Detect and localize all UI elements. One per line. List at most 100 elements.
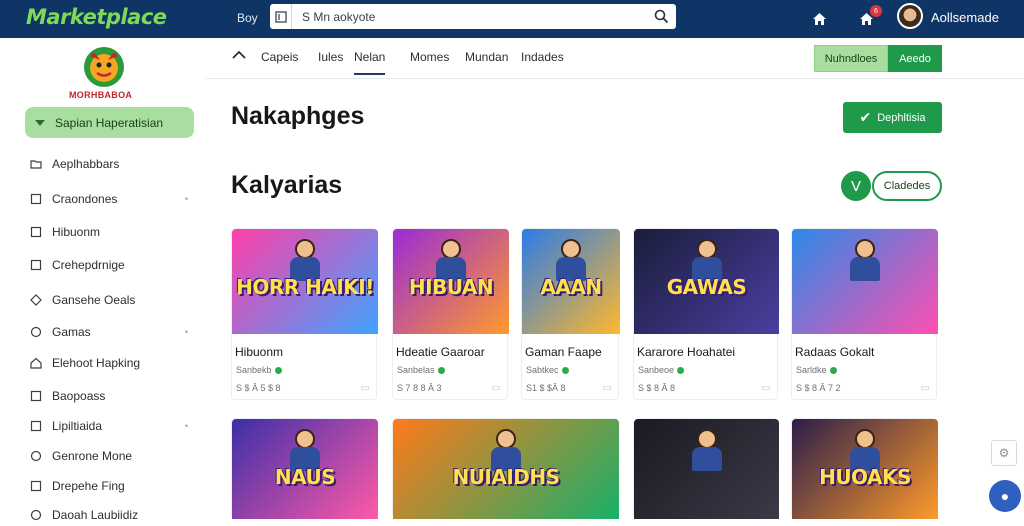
sidebar-item-label: Sapian Haperatisian bbox=[55, 115, 164, 130]
primary-button[interactable]: Aeedo bbox=[888, 45, 942, 72]
box-icon bbox=[30, 420, 42, 432]
category-nav: Capeis Iules Nelan Momes Mundan Indades … bbox=[205, 38, 1024, 79]
product-card[interactable] bbox=[633, 418, 779, 519]
favorite-icon[interactable]: ▭ bbox=[492, 383, 501, 394]
section-title: Kalyarias bbox=[231, 171, 343, 199]
product-thumbnail[interactable]: NAUS bbox=[232, 419, 378, 519]
sidebar-item[interactable]: Hibuonm bbox=[30, 221, 195, 243]
home-icon[interactable] bbox=[232, 50, 246, 64]
sidebar-item[interactable]: Gamas • bbox=[30, 321, 195, 343]
sidebar-item[interactable]: Drepehe Fing bbox=[30, 475, 195, 497]
tab-momes[interactable]: Momes bbox=[410, 50, 449, 64]
brand-logo[interactable]: Marketplace bbox=[26, 5, 167, 29]
product-name[interactable]: Gaman Faape bbox=[525, 345, 602, 359]
notifications-icon[interactable]: 6 bbox=[855, 5, 882, 30]
tab-iules[interactable]: Iules bbox=[318, 50, 343, 64]
sidebar-item[interactable]: Crehepdrnige bbox=[30, 254, 195, 276]
search-input[interactable] bbox=[302, 8, 632, 25]
seller-info: Sanbeoe bbox=[638, 365, 685, 375]
product-thumbnail[interactable] bbox=[792, 229, 938, 334]
box-icon bbox=[30, 226, 42, 238]
thumbnail-title: GAWAS bbox=[666, 275, 747, 299]
sidebar-item[interactable]: Aeplhabbars bbox=[30, 153, 195, 175]
sidebar-item-label: Gansehe Oeals bbox=[52, 293, 136, 307]
seller-name: Sabtkec bbox=[526, 365, 559, 375]
sidebar-item-label: Lipiltiaida bbox=[52, 419, 103, 433]
search-bar[interactable] bbox=[270, 4, 676, 29]
search-scope-icon[interactable] bbox=[270, 4, 292, 29]
product-card[interactable]: NAUS bbox=[231, 418, 378, 519]
filter-toggle-button[interactable]: V bbox=[841, 171, 871, 201]
seller-name: Sanbekb bbox=[236, 365, 272, 375]
tab-mundan[interactable]: Mundan bbox=[465, 50, 508, 64]
product-thumbnail[interactable]: HIBUAN bbox=[393, 229, 509, 334]
sidebar-item[interactable]: Lipiltiaida • bbox=[30, 415, 195, 437]
character-illustration-icon bbox=[846, 239, 884, 281]
filter-pill-button[interactable]: Cladedes bbox=[872, 171, 942, 201]
sidebar-item[interactable]: Daoah Laubiidiz bbox=[30, 504, 195, 526]
sidebar-item[interactable]: Genrone Mone bbox=[30, 445, 195, 467]
primary-action-label: Dephltisia bbox=[877, 111, 926, 124]
check-icon: ✔ bbox=[859, 109, 872, 125]
thumbnail-title: AAAN bbox=[540, 275, 602, 299]
thumbnail-title: NUIAIDHS bbox=[452, 465, 560, 489]
product-thumbnail[interactable]: HUOAKS bbox=[792, 419, 938, 519]
circle-icon bbox=[30, 450, 42, 462]
search-scope-label[interactable]: Boy bbox=[237, 11, 258, 25]
product-card[interactable]: Radaas Gokalt Sarldke S $ 8 Â 7 2 ▭ bbox=[791, 228, 938, 400]
sidebar-item[interactable]: Baopoass bbox=[30, 385, 195, 407]
product-thumbnail[interactable]: HORR HAIKI! bbox=[232, 229, 378, 334]
product-thumbnail[interactable]: GAWAS bbox=[634, 229, 779, 334]
sidebar-item[interactable]: Gansehe Oeals bbox=[30, 289, 195, 311]
product-thumbnail[interactable]: NUIAIDHS bbox=[393, 419, 619, 519]
box-icon bbox=[30, 259, 42, 271]
seller-info: Sarldke bbox=[796, 365, 837, 375]
product-name[interactable]: Kararore Hoahatei bbox=[637, 345, 735, 359]
product-thumbnail[interactable] bbox=[634, 419, 779, 519]
product-price: S 7 8 8 Â 3 bbox=[397, 383, 442, 393]
sidebar-item-label: Aeplhabbars bbox=[52, 157, 120, 171]
tab-capeis[interactable]: Capeis bbox=[261, 50, 298, 64]
favorite-icon[interactable]: ▭ bbox=[921, 383, 930, 394]
product-card[interactable]: GAWAS Kararore Hoahatei Sanbeoe S $ 8 Â 8 ▭ bbox=[633, 228, 779, 400]
thumbnail-title: NAUS bbox=[274, 465, 336, 489]
circle-icon bbox=[30, 326, 42, 338]
chevron-icon[interactable]: • bbox=[185, 194, 188, 204]
verified-icon bbox=[437, 366, 445, 374]
product-price: S $ Â 5 $ 8 bbox=[236, 383, 281, 393]
product-card[interactable]: HIBUAN Hdeatie Gaaroar Sanbelas S 7 8 8 Â 3… bbox=[392, 228, 509, 400]
notification-badge: 6 bbox=[870, 5, 882, 17]
product-card[interactable]: NUIAIDHS bbox=[392, 418, 619, 519]
home-icon[interactable] bbox=[808, 8, 830, 30]
product-card[interactable]: AAAN Gaman Faape Sabtkec S1 $ $Â 8 ▭ bbox=[521, 228, 620, 400]
help-icon[interactable]: ⚙ bbox=[991, 440, 1017, 466]
product-card[interactable]: HORR HAIKI! Hibuonm Sanbekb S $ Â 5 $ 8 ▭ bbox=[231, 228, 378, 400]
thumbnail-title: HORR HAIKI! bbox=[236, 275, 374, 299]
product-name[interactable]: Hibuonm bbox=[235, 345, 283, 359]
tab-indades[interactable]: Indades bbox=[521, 50, 564, 64]
tab-nelan[interactable]: Nelan bbox=[354, 50, 386, 75]
sidebar-item-label: Gamas bbox=[52, 325, 91, 339]
user-name[interactable]: Aollsemade bbox=[931, 10, 999, 25]
chat-icon[interactable]: ● bbox=[989, 480, 1021, 512]
product-name[interactable]: Radaas Gokalt bbox=[795, 345, 874, 359]
product-name[interactable]: Hdeatie Gaaroar bbox=[396, 345, 485, 359]
primary-action-button[interactable]: ✔ Dephltisia bbox=[843, 102, 942, 133]
product-thumbnail[interactable]: AAAN bbox=[522, 229, 620, 334]
diamond-icon bbox=[30, 294, 42, 306]
avatar[interactable] bbox=[897, 3, 923, 29]
chevron-icon[interactable]: • bbox=[185, 327, 188, 337]
sidebar-item[interactable]: Elehoot Hapking bbox=[30, 352, 195, 374]
chevron-icon[interactable]: • bbox=[185, 421, 188, 431]
favorite-icon[interactable]: ▭ bbox=[762, 383, 771, 394]
product-card[interactable]: HUOAKS bbox=[791, 418, 938, 519]
sidebar-item-label: Elehoot Hapking bbox=[52, 356, 141, 370]
favorite-icon[interactable]: ▭ bbox=[603, 383, 612, 394]
secondary-button[interactable]: Nuhndloes bbox=[814, 45, 888, 72]
favorite-icon[interactable]: ▭ bbox=[361, 383, 370, 394]
sidebar-item-active[interactable]: Sapian Haperatisian bbox=[25, 107, 194, 138]
seller-name: Sanbelas bbox=[397, 365, 435, 375]
main-content: Capeis Iules Nelan Momes Mundan Indades … bbox=[205, 38, 1024, 519]
sidebar-item[interactable]: Craondones • bbox=[30, 188, 195, 210]
search-icon[interactable] bbox=[652, 7, 670, 25]
